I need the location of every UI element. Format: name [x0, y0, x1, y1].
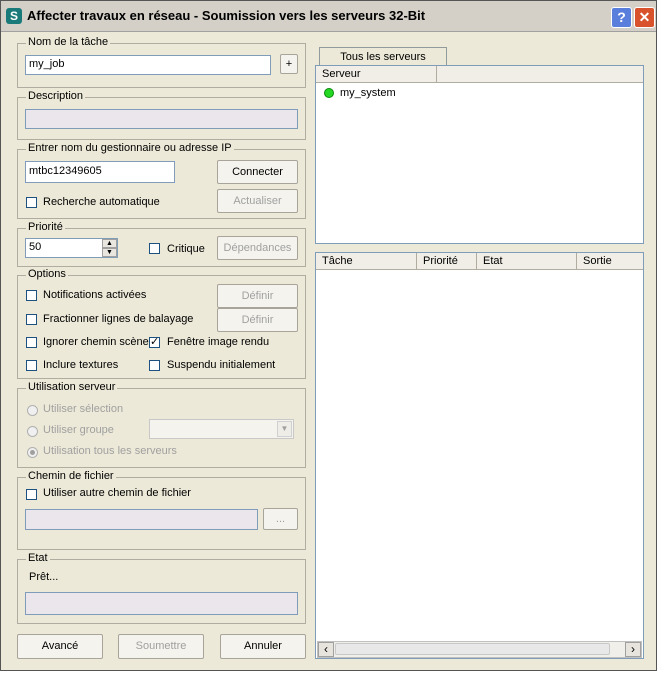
use-selection-radio[interactable]: [27, 405, 38, 416]
split-scanlines-checkbox[interactable]: [26, 314, 37, 325]
initially-suspended-label: Suspendu initialement: [167, 359, 276, 371]
scroll-right-icon[interactable]: ›: [625, 642, 641, 657]
job-column-priority[interactable]: Priorité: [417, 253, 477, 270]
server-name: my_system: [340, 87, 396, 99]
auto-search-checkbox[interactable]: [26, 197, 37, 208]
list-item[interactable]: my_system: [316, 85, 643, 101]
group-select[interactable]: [149, 419, 294, 439]
submit-button[interactable]: Soumettre: [118, 634, 204, 659]
refresh-button[interactable]: Actualiser: [217, 189, 298, 213]
scroll-thumb[interactable]: [335, 643, 610, 655]
task-name-legend: Nom de la tâche: [26, 36, 111, 48]
advanced-button[interactable]: Avancé: [17, 634, 103, 659]
server-column-header[interactable]: Serveur: [316, 66, 437, 83]
connect-button[interactable]: Connecter: [217, 160, 298, 184]
auto-search-label: Recherche automatique: [43, 196, 160, 208]
app-icon: S: [6, 8, 22, 24]
job-list[interactable]: Tâche Priorité Etat Sortie: [315, 252, 644, 659]
scroll-left-icon[interactable]: ‹: [318, 642, 334, 657]
job-list-hscrollbar[interactable]: ‹ ›: [317, 641, 642, 658]
server-status-icon: [324, 88, 334, 98]
job-column-status[interactable]: Etat: [477, 253, 577, 270]
render-frame-window-checkbox[interactable]: ✓: [149, 337, 160, 348]
use-other-path-label: Utiliser autre chemin de fichier: [43, 487, 191, 499]
tab-all-servers[interactable]: Tous les serveurs: [319, 47, 447, 66]
dependencies-button[interactable]: Dépendances: [217, 236, 298, 260]
file-path-legend: Chemin de fichier: [26, 470, 116, 482]
render-frame-window-label: Fenêtre image rendu: [167, 336, 270, 348]
status-progress-bar: [25, 592, 298, 615]
use-group-radio[interactable]: [27, 426, 38, 437]
use-group-label: Utiliser groupe: [43, 424, 114, 436]
add-task-button[interactable]: +: [280, 54, 298, 74]
priority-increment-button[interactable]: ▲: [102, 239, 117, 248]
ignore-scene-path-checkbox[interactable]: [26, 337, 37, 348]
critical-label: Critique: [167, 243, 205, 255]
priority-decrement-button[interactable]: ▼: [102, 248, 117, 257]
notifications-label: Notifications activées: [43, 289, 147, 301]
server-list[interactable]: Serveur my_system: [315, 65, 644, 244]
ignore-scene-path-label: Ignorer chemin scène: [43, 336, 149, 348]
options-legend: Options: [26, 268, 68, 280]
use-other-path-checkbox[interactable]: [26, 489, 37, 500]
help-button[interactable]: ?: [611, 7, 632, 28]
status-legend: Etat: [26, 552, 50, 564]
include-textures-checkbox[interactable]: [26, 360, 37, 371]
description-legend: Description: [26, 90, 86, 102]
manager-legend: Entrer nom du gestionnaire ou adresse IP: [26, 142, 234, 154]
task-name-field[interactable]: my_job: [25, 55, 271, 75]
server-extra-column-header[interactable]: [437, 66, 643, 83]
manager-address-field[interactable]: mtbc12349605: [25, 161, 175, 183]
job-column-task[interactable]: Tâche: [316, 253, 417, 270]
define-notifications-button[interactable]: Définir: [217, 284, 298, 308]
priority-legend: Priorité: [26, 221, 65, 233]
cancel-button[interactable]: Annuler: [220, 634, 306, 659]
description-field[interactable]: [25, 109, 298, 129]
initially-suspended-checkbox[interactable]: [149, 360, 160, 371]
window-title: Affecter travaux en réseau - Soumission …: [27, 8, 426, 23]
title-bar[interactable]: S Affecter travaux en réseau - Soumissio…: [1, 1, 656, 32]
notifications-checkbox[interactable]: [26, 290, 37, 301]
status-text: Prêt...: [29, 571, 59, 583]
define-split-button[interactable]: Définir: [217, 308, 298, 332]
use-selection-label: Utiliser sélection: [43, 403, 124, 415]
include-textures-label: Inclure textures: [43, 359, 119, 371]
use-all-servers-label: Utilisation tous les serveurs: [43, 445, 177, 457]
submission-dialog: S Affecter travaux en réseau - Soumissio…: [0, 0, 657, 671]
chevron-down-icon[interactable]: ▼: [277, 421, 292, 437]
use-all-servers-radio[interactable]: [27, 447, 38, 458]
close-button[interactable]: ✕: [634, 7, 655, 28]
critical-checkbox[interactable]: [149, 243, 160, 254]
split-scanlines-label: Fractionner lignes de balayage: [43, 313, 194, 325]
job-column-output[interactable]: Sortie: [577, 253, 643, 270]
browse-button[interactable]: ...: [263, 508, 298, 530]
server-usage-legend: Utilisation serveur: [26, 381, 118, 393]
file-path-field[interactable]: [25, 509, 258, 530]
